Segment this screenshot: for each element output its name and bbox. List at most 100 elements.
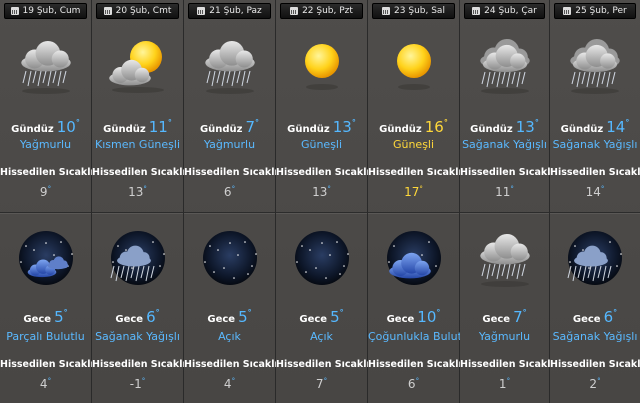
night-condition: Çoğunlukla Bulutlu <box>368 330 472 343</box>
feels-like-label: Hissedilen Sıcaklık <box>0 167 101 178</box>
partly-sunny-icon <box>98 35 178 95</box>
date-header[interactable]: 24 Şub, Çar <box>464 3 545 19</box>
forecast-grid: 19 Şub, Cum Gündüz 10° Yağmurlu Hissedile… <box>0 0 640 403</box>
degree-sign: ° <box>600 185 605 193</box>
night-label: Gece <box>115 314 144 325</box>
day-feels-like-row: 17° <box>368 185 459 199</box>
night-feels-like-row: -1° <box>92 377 183 391</box>
degree-sign: ° <box>613 308 618 317</box>
day-condition: Yağmurlu <box>203 138 256 151</box>
day-column: 22 Şub, Pzt Gündüz 13° Güneşli Hissedilen… <box>276 0 377 403</box>
degree-sign: ° <box>231 377 236 385</box>
date-header[interactable]: 23 Şub, Sal <box>372 3 455 19</box>
day-feels-like-row: 11° <box>460 185 549 199</box>
degree-sign: ° <box>415 377 420 385</box>
day-temp: 14 <box>606 118 626 136</box>
day-temp-row: Gündüz 13° <box>276 118 367 136</box>
feels-like-label: Hissedilen Sıcaklık <box>184 167 285 178</box>
date-header[interactable]: 22 Şub, Pzt <box>280 3 363 19</box>
feels-like-label: Hissedilen Sıcaklık <box>92 359 193 370</box>
degree-sign: ° <box>522 308 527 317</box>
day-condition: Güneşli <box>300 138 343 151</box>
sun-icon <box>282 35 362 95</box>
section-divider <box>368 212 459 213</box>
day-temp: 13 <box>332 118 352 136</box>
night-feels-like-value: -1 <box>129 377 142 391</box>
rain-cloud-icon <box>6 35 86 95</box>
date-label: 24 Şub, Çar <box>484 6 537 16</box>
degree-sign: ° <box>597 377 601 385</box>
degree-sign: ° <box>63 308 68 317</box>
night-temp-row: Gece 7° <box>460 308 549 326</box>
shower-cloud-icon <box>555 35 635 95</box>
section-divider <box>460 212 549 213</box>
feels-like-label: Hissedilen Sıcaklık <box>460 167 561 178</box>
day-label: Gündüz <box>103 124 146 135</box>
section-divider <box>550 212 640 213</box>
calendar-icon <box>290 7 299 15</box>
day-column: 21 Şub, Paz Gündüz 7° Yağmurlu Hissedilen… <box>184 0 285 403</box>
day-feels-like-value: 11 <box>495 185 511 199</box>
degree-sign: ° <box>247 308 252 317</box>
night-feels-like-value: 6 <box>407 377 416 391</box>
feels-like-label: Hissedilen Sıcaklık <box>368 359 469 370</box>
degree-sign: ° <box>167 118 172 127</box>
rain-cloud-icon <box>465 228 545 288</box>
day-temp-row: Gündüz 7° <box>184 118 275 136</box>
day-temp-row: Gündüz 13° <box>460 118 549 136</box>
shower-cloud-icon <box>465 35 545 95</box>
date-header[interactable]: 21 Şub, Paz <box>188 3 271 19</box>
degree-sign: ° <box>443 118 448 127</box>
night-temp-row: Gece 6° <box>550 308 640 326</box>
night-feels-like-value: 2 <box>589 377 598 391</box>
night-feels-like-value: 4 <box>39 377 48 391</box>
day-condition: Güneşli <box>392 138 435 151</box>
date-header[interactable]: 25 Şub, Per <box>554 3 636 19</box>
day-label: Gündüz <box>287 124 330 135</box>
date-header[interactable]: 20 Şub, Cmt <box>96 3 179 19</box>
night-temp: 6 <box>603 308 614 326</box>
degree-sign: ° <box>339 308 344 317</box>
day-feels-like-value: 6 <box>223 185 232 199</box>
night-label: Gece <box>572 314 601 325</box>
feels-like-label: Hissedilen Sıcaklık <box>276 359 377 370</box>
degree-sign: ° <box>327 185 331 193</box>
section-divider <box>276 212 367 213</box>
date-label: 22 Şub, Pzt <box>302 6 353 16</box>
day-column: 19 Şub, Cum Gündüz 10° Yağmurlu Hissedile… <box>0 0 101 403</box>
day-label: Gündüz <box>379 124 422 135</box>
day-label: Gündüz <box>11 124 54 135</box>
degree-sign: ° <box>506 377 511 385</box>
degree-sign: ° <box>47 185 52 193</box>
feels-like-label: Hissedilen Sıcaklık <box>368 167 469 178</box>
rain-night-icon <box>555 228 635 288</box>
night-temp: 5 <box>330 308 340 326</box>
night-feels-like-value: 7 <box>315 377 324 391</box>
degree-sign: ° <box>255 118 260 127</box>
degree-sign: ° <box>47 377 52 385</box>
night-condition: Sağanak Yağışlı <box>95 330 180 343</box>
section-divider <box>92 212 183 213</box>
day-temp: 13 <box>515 118 535 136</box>
night-condition: Açık <box>310 330 333 343</box>
feels-like-label: Hissedilen Sıcaklık <box>92 167 193 178</box>
day-condition: Yağmurlu <box>19 138 72 151</box>
partly-cloudy-night-icon <box>6 228 86 288</box>
date-label: 23 Şub, Sal <box>394 6 445 16</box>
date-label: 25 Şub, Per <box>575 6 627 16</box>
date-header[interactable]: 19 Şub, Cum <box>4 3 87 19</box>
day-label: Gündüz <box>470 124 513 135</box>
day-feels-like-value: 13 <box>312 185 328 199</box>
rain-night-icon <box>98 228 178 288</box>
date-label: 20 Şub, Cmt <box>115 6 172 16</box>
night-label: Gece <box>482 314 511 325</box>
degree-sign: ° <box>141 377 146 385</box>
date-label: 19 Şub, Cum <box>22 6 81 16</box>
night-feels-like-row: 6° <box>368 377 459 391</box>
night-feels-like-value: 1 <box>498 377 507 391</box>
night-temp-row: Gece 5° <box>184 308 275 326</box>
day-feels-like-row: 9° <box>0 185 91 199</box>
degree-sign: ° <box>625 118 630 127</box>
day-condition: Sağanak Yağışlı <box>552 138 638 151</box>
degree-sign: ° <box>323 377 328 385</box>
